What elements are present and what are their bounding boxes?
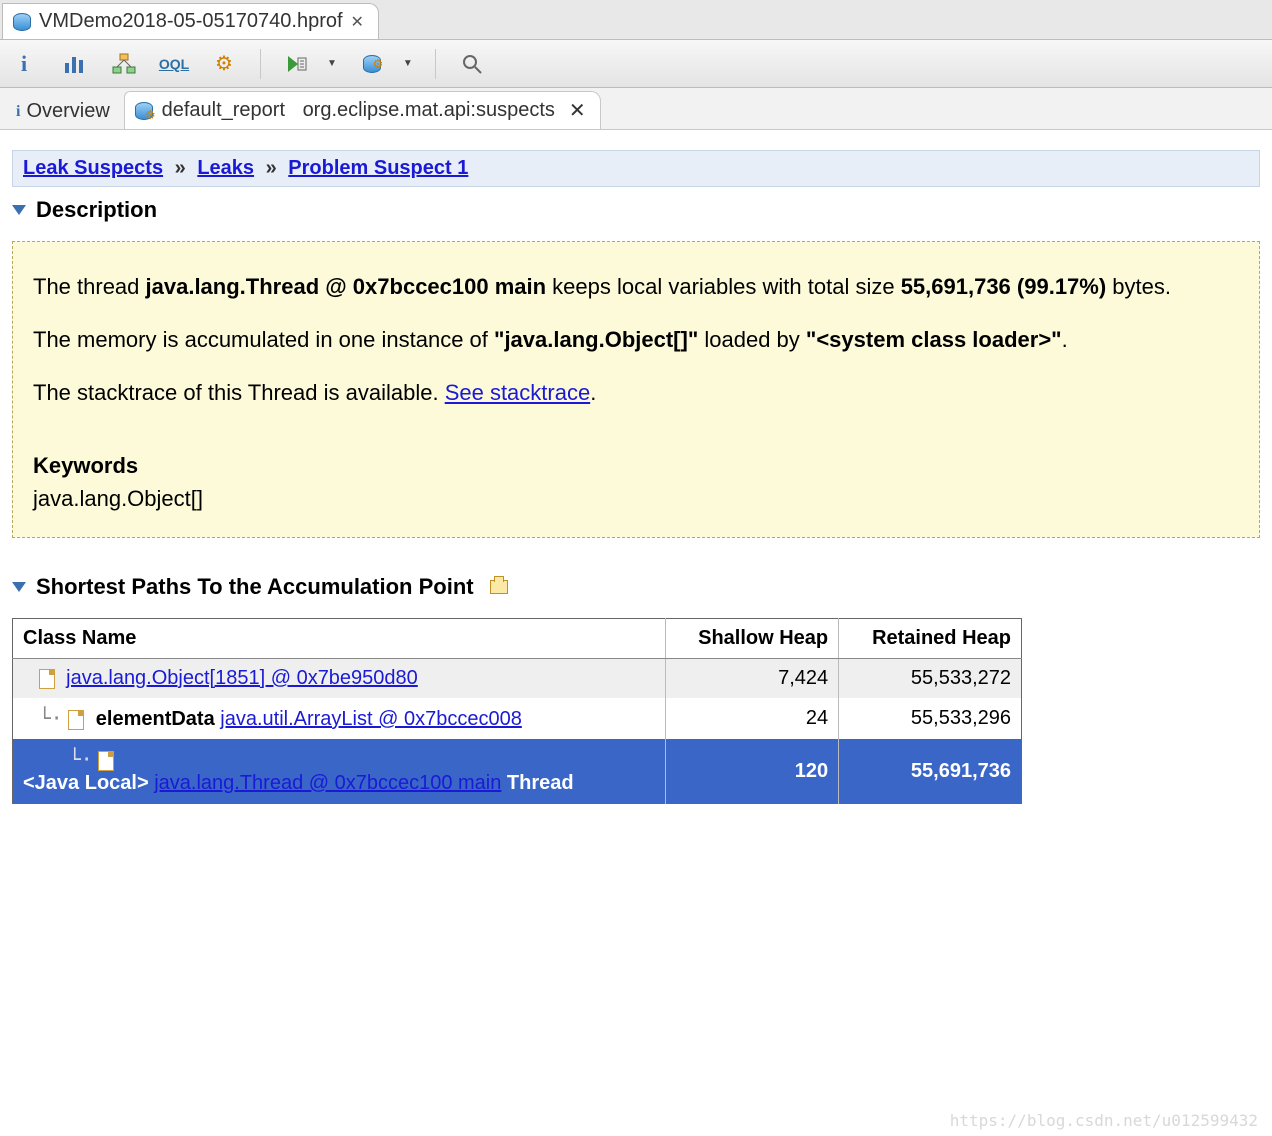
search-icon[interactable] bbox=[458, 50, 486, 78]
keywords-heading: Keywords bbox=[33, 449, 1239, 482]
toolbar: i OQL ⚙ ▼ ⚙ ▼ bbox=[0, 40, 1272, 88]
tree-branch-icon: └· bbox=[69, 747, 93, 771]
tree-branch-icon: └· bbox=[39, 706, 63, 730]
col-shallow-heap: Shallow Heap bbox=[666, 619, 839, 659]
dominator-tree-icon[interactable] bbox=[110, 50, 138, 78]
chevron-down-icon[interactable]: ▼ bbox=[403, 58, 413, 69]
tab-label: Overview bbox=[26, 100, 109, 123]
run-report-icon[interactable] bbox=[283, 50, 311, 78]
breadcrumb: Leak Suspects » Leaks » Problem Suspect … bbox=[12, 150, 1260, 187]
breadcrumb-link[interactable]: Leaks bbox=[197, 157, 254, 179]
object-icon bbox=[68, 710, 84, 730]
see-stacktrace-link[interactable]: See stacktrace bbox=[445, 380, 591, 405]
section-shortest-paths-head[interactable]: Shortest Paths To the Accumulation Point bbox=[12, 574, 1260, 600]
object-link[interactable]: java.lang.Thread @ 0x7bccec100 main bbox=[154, 772, 501, 794]
info-icon: i bbox=[16, 103, 20, 121]
table-row[interactable]: java.lang.Object[1851] @ 0x7be950d80 7,4… bbox=[13, 659, 1022, 699]
query-browser-icon[interactable]: ⚙ bbox=[359, 50, 387, 78]
object-icon bbox=[98, 751, 114, 771]
description-paragraph: The stacktrace of this Thread is availab… bbox=[33, 376, 1239, 409]
oql-icon[interactable]: OQL bbox=[160, 50, 188, 78]
shortest-paths-table: Class Name Shallow Heap Retained Heap ja… bbox=[12, 618, 1022, 804]
cell-class-name: java.lang.Object[1851] @ 0x7be950d80 bbox=[13, 659, 666, 699]
report-icon: ⚙ bbox=[135, 99, 156, 122]
file-tab-label: VMDemo2018-05-05170740.hprof bbox=[39, 10, 343, 33]
cell-retained: 55,533,272 bbox=[839, 659, 1022, 699]
histogram-icon[interactable] bbox=[60, 50, 88, 78]
cell-class-name: └· elementData java.util.ArrayList @ 0x7… bbox=[13, 698, 666, 739]
section-title: Shortest Paths To the Accumulation Point bbox=[36, 574, 474, 600]
col-retained-heap: Retained Heap bbox=[839, 619, 1022, 659]
overview-icon[interactable]: i bbox=[10, 50, 38, 78]
cell-shallow: 120 bbox=[666, 739, 839, 804]
file-tabbar: VMDemo2018-05-05170740.hprof ✕ bbox=[0, 0, 1272, 40]
toolbar-separator bbox=[435, 49, 436, 79]
breadcrumb-sep: » bbox=[169, 157, 192, 179]
cell-class-name: └· <Java Local> java.lang.Thread @ 0x7bc… bbox=[13, 739, 666, 804]
tab-label-suffix: org.eclipse.mat.api:suspects bbox=[303, 99, 555, 122]
report-content: Leak Suspects » Leaks » Problem Suspect … bbox=[0, 130, 1272, 844]
object-icon bbox=[39, 669, 55, 689]
file-tab[interactable]: VMDemo2018-05-05170740.hprof ✕ bbox=[2, 3, 379, 39]
description-box: The thread java.lang.Thread @ 0x7bccec10… bbox=[12, 241, 1260, 538]
open-report-icon[interactable] bbox=[490, 580, 508, 594]
section-title: Description bbox=[36, 197, 157, 223]
gear-icon[interactable]: ⚙ bbox=[210, 50, 238, 78]
table-row[interactable]: └· elementData java.util.ArrayList @ 0x7… bbox=[13, 698, 1022, 739]
object-link[interactable]: java.util.ArrayList @ 0x7bccec008 bbox=[220, 708, 522, 730]
tab-label-prefix: default_report bbox=[162, 99, 285, 122]
table-row[interactable]: └· <Java Local> java.lang.Thread @ 0x7bc… bbox=[13, 739, 1022, 804]
tab-default-report[interactable]: ⚙ default_report org.eclipse.mat.api:sus… bbox=[124, 91, 601, 129]
breadcrumb-link[interactable]: Problem Suspect 1 bbox=[288, 157, 468, 179]
col-class-name: Class Name bbox=[13, 619, 666, 659]
object-link[interactable]: java.lang.Object[1851] @ 0x7be950d80 bbox=[66, 667, 418, 689]
tab-overview[interactable]: i Overview bbox=[6, 94, 124, 129]
heap-dump-icon bbox=[13, 13, 31, 31]
chevron-down-icon[interactable]: ▼ bbox=[327, 58, 337, 69]
watermark: https://blog.csdn.net/u012599432 bbox=[950, 1111, 1258, 1130]
cell-shallow: 7,424 bbox=[666, 659, 839, 699]
cell-retained: 55,533,296 bbox=[839, 698, 1022, 739]
cell-shallow: 24 bbox=[666, 698, 839, 739]
description-paragraph: The thread java.lang.Thread @ 0x7bccec10… bbox=[33, 270, 1239, 303]
chevron-down-icon bbox=[12, 205, 26, 215]
breadcrumb-link[interactable]: Leak Suspects bbox=[23, 157, 163, 179]
subtab-bar: i Overview ⚙ default_report org.eclipse.… bbox=[0, 88, 1272, 130]
cell-retained: 55,691,736 bbox=[839, 739, 1022, 804]
description-paragraph: The memory is accumulated in one instanc… bbox=[33, 323, 1239, 356]
close-icon[interactable]: ✕ bbox=[351, 12, 364, 32]
keywords-value: java.lang.Object[] bbox=[33, 482, 1239, 515]
close-icon[interactable]: ✕ bbox=[569, 98, 586, 123]
section-description-head[interactable]: Description bbox=[12, 197, 1260, 223]
table-header-row: Class Name Shallow Heap Retained Heap bbox=[13, 619, 1022, 659]
breadcrumb-sep: » bbox=[260, 157, 283, 179]
chevron-down-icon bbox=[12, 582, 26, 592]
toolbar-separator bbox=[260, 49, 261, 79]
